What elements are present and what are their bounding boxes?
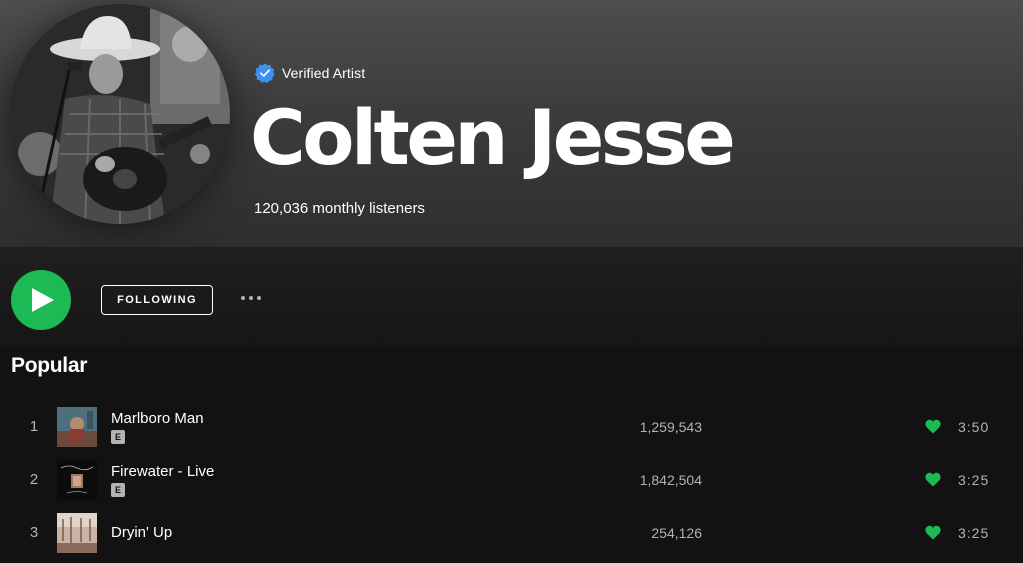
verified-badge-icon (254, 63, 275, 83)
explicit-icon: E (111, 483, 125, 497)
more-options-icon (241, 296, 245, 300)
track-plays: 254,126 (651, 524, 702, 541)
track-cover (57, 513, 97, 553)
more-options-icon (257, 296, 261, 300)
track-duration: 3:25 (958, 524, 990, 541)
track-title[interactable]: Firewater - Live (111, 463, 214, 480)
artist-header: Verified Artist Colten Jesse 120,036 mon… (0, 0, 1023, 247)
artist-page: Verified Artist Colten Jesse 120,036 mon… (0, 0, 1023, 563)
track-row[interactable]: 3 Dryin' Up 254,126 3:25 (0, 506, 1023, 559)
play-icon (32, 288, 54, 312)
artist-photo (10, 4, 230, 224)
verified-label: Verified Artist (282, 65, 366, 81)
track-title[interactable]: Dryin' Up (111, 524, 172, 541)
heart-icon[interactable] (925, 525, 941, 540)
track-row[interactable]: 2 Firewater - Live E 1,842,504 3:25 (0, 453, 1023, 506)
track-number: 3 (29, 524, 39, 541)
track-title[interactable]: Marlboro Man (111, 410, 204, 427)
artist-avatar (10, 4, 230, 224)
heart-icon[interactable] (925, 472, 941, 487)
track-cover (57, 407, 97, 447)
more-options-button[interactable] (234, 287, 268, 309)
track-number: 2 (29, 471, 39, 488)
track-plays: 1,259,543 (639, 418, 702, 435)
track-duration: 3:25 (958, 471, 990, 488)
artist-name: Colten Jesse (250, 93, 736, 182)
play-button[interactable] (11, 270, 71, 330)
popular-track-list: 1 Marlboro Man E 1,259,543 3:50 2 Firewa… (0, 400, 1023, 559)
track-row[interactable]: 1 Marlboro Man E 1,259,543 3:50 (0, 400, 1023, 453)
track-number: 1 (29, 418, 39, 435)
popular-section-title: Popular (11, 354, 88, 377)
track-cover (57, 460, 97, 500)
heart-icon[interactable] (925, 419, 941, 434)
track-plays: 1,842,504 (639, 471, 702, 488)
more-options-icon (249, 296, 253, 300)
follow-button[interactable]: FOLLOWING (101, 285, 213, 315)
verified-artist-badge: Verified Artist (254, 62, 365, 84)
explicit-icon: E (111, 430, 125, 444)
monthly-listeners: 120,036 monthly listeners (254, 200, 425, 217)
action-bar: FOLLOWING (0, 247, 1023, 347)
track-duration: 3:50 (958, 418, 990, 435)
